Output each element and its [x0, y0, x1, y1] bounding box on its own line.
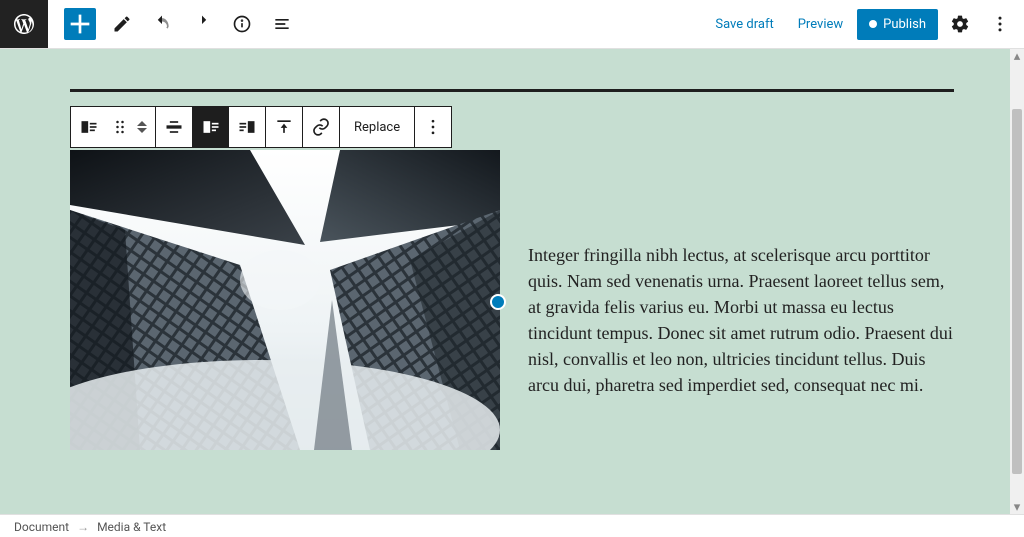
drag-handle[interactable] — [107, 107, 133, 147]
scroll-down-button[interactable]: ▾ — [1010, 500, 1024, 514]
drag-icon — [110, 117, 130, 137]
media-image — [70, 150, 500, 450]
preview-link[interactable]: Preview — [788, 11, 853, 38]
vertical-align-button[interactable] — [266, 107, 302, 147]
info-icon — [232, 14, 252, 34]
undo-icon — [152, 14, 172, 34]
media-right-icon — [237, 117, 257, 137]
media-left-icon — [201, 117, 221, 137]
gear-icon — [950, 14, 970, 34]
more-menu-button[interactable] — [982, 6, 1018, 42]
wordpress-logo[interactable] — [0, 0, 48, 48]
block-more-options-button[interactable] — [415, 107, 451, 147]
redo-button[interactable] — [184, 6, 220, 42]
move-up-button[interactable] — [137, 121, 147, 126]
list-view-icon — [272, 14, 292, 34]
link-icon — [311, 117, 331, 137]
media-text-block[interactable]: Integer fringilla nibh lectus, at sceler… — [70, 150, 954, 450]
more-vertical-icon — [423, 117, 443, 137]
block-type-icon-button[interactable] — [71, 107, 107, 147]
save-draft-link[interactable]: Save draft — [705, 11, 783, 38]
media-left-button[interactable] — [193, 107, 229, 147]
editor-canvas: Replace — [0, 49, 1024, 514]
text-column[interactable]: Integer fringilla nibh lectus, at sceler… — [528, 150, 954, 450]
editor-topbar: Save draft Preview Publish — [0, 0, 1024, 49]
redo-icon — [192, 14, 212, 34]
block-breadcrumb: Document → Media & Text — [0, 514, 1024, 537]
block-mover — [133, 118, 155, 136]
separator-line — [70, 89, 954, 92]
breadcrumb-root[interactable]: Document — [14, 520, 69, 534]
replace-media-button[interactable]: Replace — [340, 120, 414, 135]
undo-button[interactable] — [144, 6, 180, 42]
media-column[interactable] — [70, 150, 500, 450]
publish-button[interactable]: Publish — [857, 9, 938, 40]
vertical-scrollbar[interactable]: ▴ ▾ — [1010, 49, 1024, 514]
link-button[interactable] — [303, 107, 339, 147]
edit-mode-button[interactable] — [104, 6, 140, 42]
breadcrumb-separator: → — [77, 520, 89, 534]
info-button[interactable] — [224, 6, 260, 42]
scroll-up-button[interactable]: ▴ — [1010, 49, 1024, 63]
scroll-thumb[interactable] — [1012, 109, 1022, 474]
change-alignment-button[interactable] — [156, 107, 192, 147]
resize-handle[interactable] — [490, 294, 506, 310]
plus-icon — [64, 8, 96, 40]
topbar-right-actions: Save draft Preview Publish — [705, 6, 1024, 42]
more-vertical-icon — [990, 14, 1010, 34]
settings-button[interactable] — [942, 6, 978, 42]
topbar-left-tools — [48, 0, 302, 48]
paragraph-text[interactable]: Integer fringilla nibh lectus, at sceler… — [528, 202, 954, 399]
pencil-icon — [112, 14, 132, 34]
wordpress-icon — [12, 12, 36, 36]
move-down-button[interactable] — [137, 128, 147, 133]
media-right-button[interactable] — [229, 107, 265, 147]
vertical-align-top-icon — [274, 117, 294, 137]
align-wide-icon — [164, 117, 184, 137]
block-toolbar: Replace — [70, 106, 452, 148]
breadcrumb-current[interactable]: Media & Text — [97, 520, 166, 534]
media-text-icon — [79, 117, 99, 137]
outline-button[interactable] — [264, 6, 300, 42]
add-block-button[interactable] — [64, 8, 96, 40]
